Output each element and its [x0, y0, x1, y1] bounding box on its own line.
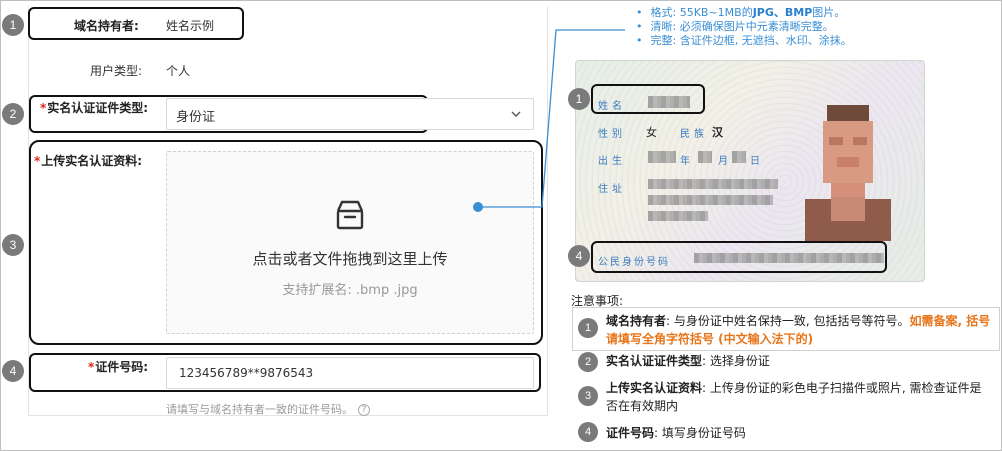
id-day-char: 日	[750, 156, 764, 167]
upload-label: *上传实名认证资料:	[34, 152, 142, 169]
owner-label: 域名持有者:	[74, 19, 139, 33]
note-marker-1: 1	[578, 318, 598, 338]
cert-type-select[interactable]: 身份证	[166, 98, 534, 130]
id-gender-value: 女	[646, 126, 657, 139]
id-year-char: 年	[680, 156, 694, 167]
note-4: 证件号码: 填写身份证号码	[606, 426, 746, 440]
required-mark: *	[34, 154, 41, 168]
card-highlight-name	[591, 84, 705, 114]
cert-no-label-text: 证件号码:	[95, 360, 149, 374]
card-marker-1: 1	[568, 88, 590, 110]
user-type-label: 用户类型:	[90, 64, 143, 78]
cert-type-label-text: 实名认证证件类型:	[47, 101, 149, 115]
note-marker-2: 2	[578, 352, 598, 372]
chevron-down-icon	[511, 111, 521, 117]
id-ethnic-value: 汉	[712, 126, 723, 139]
upload-requirements: 格式: 55KB~1MB的JPG、BMP图片。 清晰: 必须确保图片中元素清晰完…	[636, 6, 852, 48]
id-month-char: 月	[718, 156, 732, 167]
upload-dropzone[interactable]: 点击或者文件拖拽到这里上传 支持扩展名: .bmp .jpg	[166, 151, 534, 334]
upload-title: 点击或者文件拖拽到这里上传	[252, 250, 448, 268]
note-2: 实名认证证件类型: 选择身份证	[606, 354, 770, 368]
marker-3: 3	[2, 234, 24, 256]
help-circle-icon[interactable]: ?	[358, 404, 370, 416]
note-3: 上传实名认证资料: 上传身份证的彩色电子扫描件或照片, 需检查证件是否在有效期内	[606, 381, 982, 413]
tip-complete: 完整: 含证件边框, 无遮挡、水印、涂抹。	[636, 34, 852, 48]
marker-2: 2	[2, 103, 24, 125]
card-highlight-id-number	[591, 241, 887, 273]
tip-clear: 清晰: 必须确保图片中元素清晰完整。	[636, 20, 852, 34]
marker-4: 4	[2, 360, 24, 382]
blurred-year	[648, 151, 676, 163]
required-mark: *	[88, 360, 95, 374]
card-marker-4: 4	[568, 245, 590, 267]
blurred-address-1	[648, 179, 778, 189]
cert-no-label: *证件号码:	[88, 358, 148, 375]
id-ethnic-label: 民族	[680, 129, 708, 140]
blurred-portrait	[805, 105, 891, 241]
note-1: 域名持有者: 与身份证中姓名保持一致, 包括括号等符号。如需备案, 括号请填写全…	[606, 314, 991, 346]
id-address-label: 住址	[598, 184, 626, 195]
marker-1: 1	[2, 14, 24, 36]
blurred-day	[732, 151, 746, 163]
cert-no-hint: 请填写与域名持有者一致的证件号码。?	[166, 401, 370, 417]
blurred-address-2	[648, 195, 773, 205]
owner-value: 姓名示例	[166, 19, 215, 33]
blurred-month	[698, 151, 712, 163]
id-gender-label: 性别	[598, 129, 626, 140]
cert-no-hint-text: 请填写与域名持有者一致的证件号码。	[166, 403, 353, 416]
required-mark: *	[40, 101, 47, 115]
user-type-value: 个人	[166, 64, 191, 78]
blurred-address-3	[648, 211, 708, 221]
note-marker-3: 3	[578, 386, 598, 406]
cert-type-selected-value: 身份证	[176, 110, 216, 125]
upload-label-text: 上传实名认证资料:	[41, 154, 143, 168]
cert-type-label: *实名认证证件类型:	[40, 99, 148, 116]
archive-box-icon	[336, 200, 364, 230]
id-birth-label: 出生	[598, 156, 626, 167]
upload-extensions: 支持扩展名: .bmp .jpg	[282, 283, 418, 298]
note-marker-4: 4	[578, 422, 598, 442]
tip-format: 格式: 55KB~1MB的JPG、BMP图片。	[636, 6, 852, 20]
cert-no-input[interactable]	[166, 357, 534, 389]
